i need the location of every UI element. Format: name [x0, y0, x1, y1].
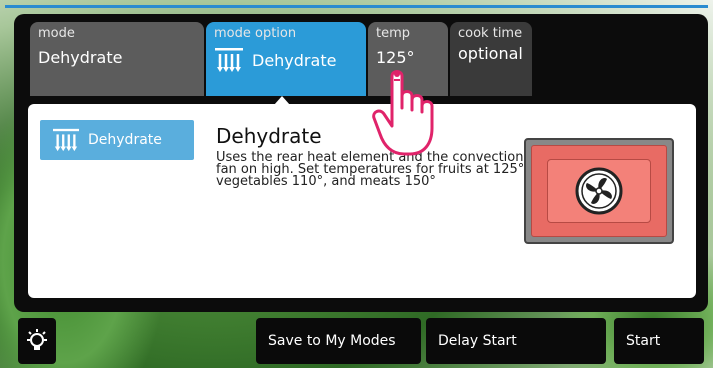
mode-detail-card: Dehydrate Dehydrate Uses the rear heat e… [28, 104, 696, 298]
tab-cook-time[interactable]: cook time optional [450, 22, 532, 96]
mode-description-title: Dehydrate [216, 124, 322, 148]
selected-mode-chip[interactable]: Dehydrate [40, 120, 194, 160]
delay-start-button[interactable]: Delay Start [426, 318, 606, 364]
tab-temp-value: 125° [376, 48, 415, 67]
tab-mode[interactable]: mode Dehydrate [30, 22, 204, 96]
tab-mode-option-value: Dehydrate [252, 50, 337, 70]
oven-illustration [524, 138, 674, 244]
selected-mode-chip-label: Dehydrate [88, 132, 162, 148]
start-label: Start [626, 333, 661, 349]
delay-start-label: Delay Start [438, 333, 517, 349]
tab-temp-label: temp [376, 26, 411, 41]
light-bulb-icon [27, 329, 47, 350]
start-button[interactable]: Start [614, 318, 704, 364]
tab-cook-time-label: cook time [458, 26, 523, 41]
dehydrate-icon [215, 48, 243, 72]
save-to-my-modes-label: Save to My Modes [268, 333, 396, 349]
tab-mode-option-label: mode option [214, 26, 297, 41]
tab-mode-option[interactable]: mode option Dehydrate [206, 22, 366, 96]
tab-cook-time-value: optional [458, 44, 523, 63]
tab-mode-label: mode [38, 26, 75, 41]
convection-fan-icon [575, 167, 623, 215]
light-button[interactable] [18, 318, 56, 364]
frame-border [5, 5, 708, 8]
save-to-my-modes-button[interactable]: Save to My Modes [256, 318, 421, 364]
dehydrate-icon [53, 128, 79, 152]
touch-hand-icon [372, 70, 434, 156]
tab-mode-value: Dehydrate [38, 48, 123, 67]
